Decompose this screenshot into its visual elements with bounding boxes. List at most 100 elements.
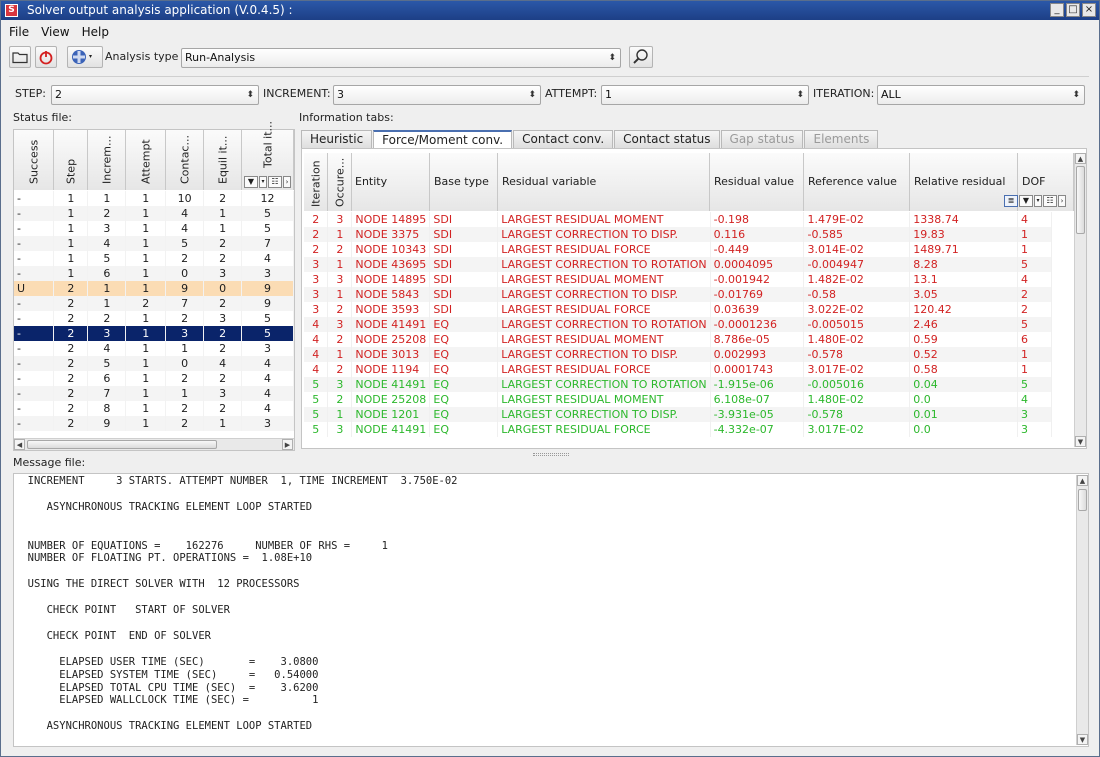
status-row[interactable]: -271134 [14,386,294,401]
chevron-down-icon[interactable]: ▾ [259,176,267,188]
status-cell: 2 [53,371,89,386]
status-row[interactable]: -261224 [14,371,294,386]
analysis-type-select[interactable]: Run-Analysis ⬍ [181,48,621,68]
status-row[interactable]: -121415 [14,206,294,221]
status-header-success[interactable]: Success [14,130,54,190]
force-header-occurence[interactable]: Occure... [328,153,352,211]
force-row[interactable]: 4 3 NODE 41491 EQ LARGEST CORRECTION TO ROTA… [304,317,1052,332]
tab-contact-status[interactable]: Contact status [614,130,720,148]
step-select[interactable]: 2 ⬍ [51,85,259,105]
power-button[interactable] [35,46,57,68]
status-hscroll-thumb[interactable] [27,440,217,449]
force-row[interactable]: 4 2 NODE 25208 EQ LARGEST RESIDUAL MOMENT 8.7… [304,332,1052,347]
status-header-contact[interactable]: Contac... [166,130,204,190]
force-row[interactable]: 3 1 NODE 5843 SDI LARGEST CORRECTION TO DISP… [304,287,1052,302]
force-header-residual-variable[interactable]: Residual variable [498,153,710,211]
force-row[interactable]: 2 2 NODE 10343 SDI LARGEST RESIDUAL FORCE -0.… [304,242,1052,257]
vertical-splitter-handle[interactable] [533,453,569,456]
menu-view[interactable]: View [41,23,69,41]
force-row[interactable]: 2 1 NODE 3375 SDI LARGEST CORRECTION TO DISP… [304,227,1052,242]
force-cell: NODE 25208 [351,392,431,407]
force-row[interactable]: 5 3 NODE 41491 EQ LARGEST CORRECTION TO ROTA… [304,377,1052,392]
force-row[interactable]: 3 2 NODE 3593 SDI LARGEST RESIDUAL FORCE 0.03… [304,302,1052,317]
status-header-increment[interactable]: Increm... [88,130,126,190]
force-header-relative-residual[interactable]: Relative residual [910,153,1018,211]
status-row[interactable]: -161033 [14,266,294,281]
chevron-right-icon[interactable]: › [1058,195,1066,207]
message-vscrollbar[interactable]: ▲ ▼ [1076,475,1088,745]
force-cell: LARGEST CORRECTION TO ROTATION [497,317,711,332]
status-row[interactable]: U211909 [14,281,294,296]
status-cell: - [14,236,55,251]
status-cell: 2 [53,386,89,401]
status-header-equil[interactable]: Equil it... [204,130,242,190]
open-folder-button[interactable] [9,46,31,68]
chevron-right-icon[interactable]: › [283,176,291,188]
menu-help[interactable]: Help [82,23,109,41]
scroll-left-icon[interactable]: ◀ [14,439,25,450]
status-row[interactable]: -221235 [14,311,294,326]
scroll-up-icon[interactable]: ▲ [1077,475,1088,486]
sort-icon[interactable]: ≣ [1004,195,1018,207]
search-button[interactable] [629,46,653,68]
analysis-tool-button[interactable] [67,46,103,68]
attempt-select[interactable]: 1 ⬍ [601,85,809,105]
increment-select[interactable]: 3 ⬍ [333,85,541,105]
force-row[interactable]: 3 1 NODE 43695 SDI LARGEST CORRECTION TO ROT… [304,257,1052,272]
status-row[interactable]: -231325 [14,326,294,341]
force-row[interactable]: 5 1 NODE 1201 EQ LARGEST CORRECTION TO DISP.… [304,407,1052,422]
status-header-total[interactable]: Total it... ▼ ▾ ☷ › [242,121,294,190]
status-header-step[interactable]: Step [54,130,88,190]
status-hscrollbar[interactable]: ◀ ▶ [14,438,294,450]
status-header-attempt[interactable]: Attempt [126,130,166,190]
maximize-icon[interactable]: □ [1066,3,1080,17]
scroll-down-icon[interactable]: ▼ [1075,436,1086,447]
scroll-up-icon[interactable]: ▲ [1075,153,1086,164]
force-row[interactable]: 4 1 NODE 3013 EQ LARGEST CORRECTION TO DISP.… [304,347,1052,362]
status-row[interactable]: -212729 [14,296,294,311]
menu-file[interactable]: File [9,23,29,41]
close-icon[interactable]: × [1082,3,1096,17]
force-header-base-type[interactable]: Base type [430,153,498,211]
iteration-select[interactable]: ALL ⬍ [877,85,1085,105]
tab-force-moment[interactable]: Force/Moment conv. [373,130,513,149]
force-cell: -4.332e-07 [710,422,805,437]
filter-icon[interactable]: ▼ [1019,195,1033,207]
force-header-entity[interactable]: Entity [352,153,430,211]
status-row[interactable]: -281224 [14,401,294,416]
status-row[interactable]: -131415 [14,221,294,236]
force-row[interactable]: 4 2 NODE 1194 EQ LARGEST RESIDUAL FORCE 0.000… [304,362,1052,377]
force-vscrollbar[interactable]: ▲ ▼ [1074,153,1086,447]
status-row[interactable]: -241123 [14,341,294,356]
force-header-iteration[interactable]: Iteration [304,153,328,211]
chevron-down-icon[interactable]: ▾ [1034,195,1042,207]
columns-icon[interactable]: ☷ [1043,195,1057,207]
force-cell: 1 [1017,227,1052,242]
force-row[interactable]: 5 3 NODE 41491 EQ LARGEST RESIDUAL FORCE -4.3… [304,422,1052,437]
status-row[interactable]: -141527 [14,236,294,251]
columns-icon[interactable]: ☷ [268,176,282,188]
message-vscroll-thumb[interactable] [1078,489,1087,511]
status-cell: 3 [203,311,243,326]
status-row[interactable]: -251044 [14,356,294,371]
force-cell: LARGEST RESIDUAL FORCE [497,242,711,257]
minimize-icon[interactable]: _ [1050,3,1064,17]
status-row[interactable]: -291213 [14,416,294,431]
scroll-right-icon[interactable]: ▶ [282,439,293,450]
force-vscroll-thumb[interactable] [1076,166,1085,234]
filter-icon[interactable]: ▼ [244,176,258,188]
force-cell: -0.0001236 [710,317,805,332]
message-file-label: Message file: [13,456,86,469]
force-row[interactable]: 3 3 NODE 14895 SDI LARGEST RESIDUAL MOMENT -0… [304,272,1052,287]
force-row[interactable]: 2 3 NODE 14895 SDI LARGEST RESIDUAL MOMENT -0… [304,212,1052,227]
tab-heuristic[interactable]: Heuristic [301,130,373,148]
status-row[interactable]: -151224 [14,251,294,266]
tab-contact-conv[interactable]: Contact conv. [513,130,614,148]
status-cell: 1 [125,251,167,266]
force-header-reference-value[interactable]: Reference value [804,153,910,211]
status-row[interactable]: -1 1 1 10 2 12 [14,191,294,206]
force-row[interactable]: 5 2 NODE 25208 EQ LARGEST RESIDUAL MOMENT 6.1… [304,392,1052,407]
scroll-down-icon[interactable]: ▼ [1077,734,1088,745]
header-tools: ▼ ▾ ☷ › [244,176,291,188]
force-header-residual-value[interactable]: Residual value [710,153,804,211]
